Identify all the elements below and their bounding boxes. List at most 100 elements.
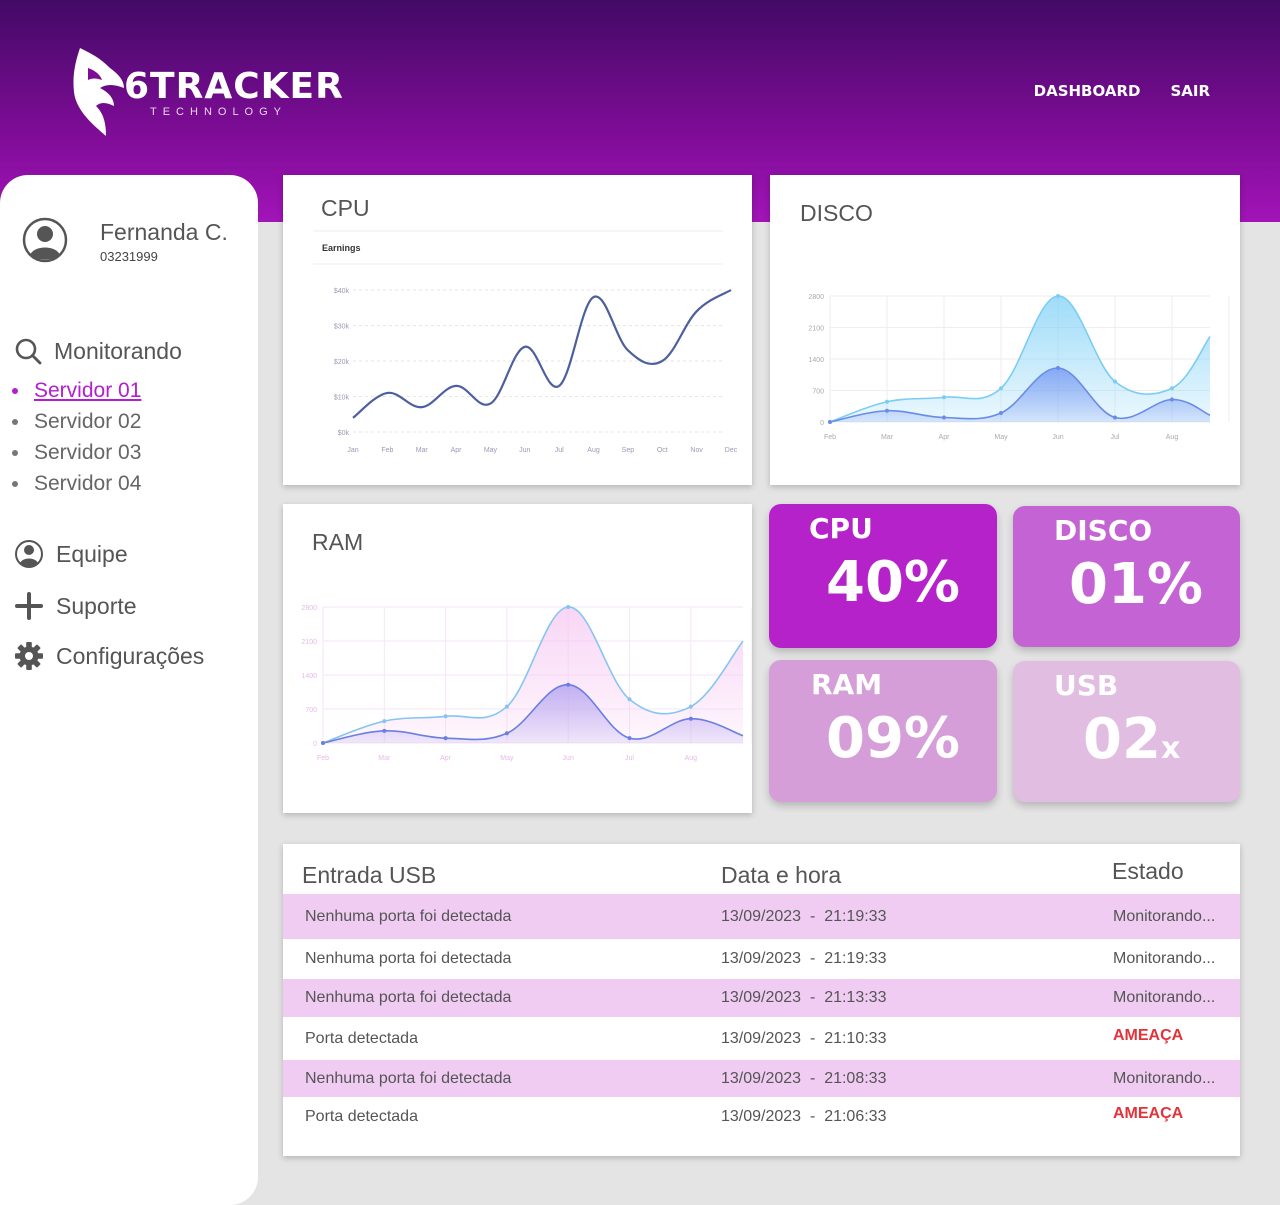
sidebar-item-label: Monitorando: [54, 337, 182, 364]
y-tick-label: 0: [820, 420, 824, 427]
usb-log-table: Entrada USB Data e hora Estado Nenhuma p…: [283, 844, 1240, 1156]
y-tick-label: 0: [313, 741, 317, 748]
series-line: [352, 289, 732, 419]
tile-value: 40%: [826, 550, 961, 615]
usb-cell: Porta detectada: [305, 1030, 418, 1047]
sidebar-item-team[interactable]: Equipe: [14, 539, 128, 569]
sidebar-item-server-02[interactable]: Servidor 02: [12, 406, 141, 437]
sidebar-item-server-04[interactable]: Servidor 04: [12, 468, 141, 499]
x-tick-label: Aug: [685, 755, 698, 762]
sidebar-item-settings[interactable]: Configurações: [14, 641, 204, 671]
sidebar-item-label: Configurações: [56, 642, 205, 669]
x-tick-label: Aug: [587, 447, 600, 454]
y-tick-label: 2100: [808, 326, 824, 333]
usb-cell: Nenhuma porta foi detectada: [305, 1070, 512, 1087]
x-tick-label: Apr: [451, 447, 463, 454]
series-point: [688, 704, 693, 709]
sidebar-item-monitoring[interactable]: Monitorando: [14, 337, 182, 365]
sidebar-item-support[interactable]: Suporte: [14, 591, 137, 621]
column-header-usb: Entrada USB: [302, 862, 437, 888]
table-row: Nenhuma porta foi detectada 13/09/2023 - …: [283, 1060, 1240, 1097]
cpu-chart-card: CPU Earnings $0k $10k $20k $30k $40k Jan Feb Mar…: [283, 175, 752, 485]
x-tick-label: Jul: [625, 755, 634, 762]
table-row: Nenhuma porta foi detectada 13/09/2023 - …: [283, 894, 1240, 939]
series-point: [885, 399, 889, 404]
x-tick-label: Sep: [622, 447, 635, 454]
nav-logout-link[interactable]: SAIR: [1170, 82, 1210, 100]
eagle-logo-icon: [73, 48, 124, 136]
sidebar-item-server-03[interactable]: Servidor 03: [12, 437, 141, 468]
cpu-usage-tile: CPU 40%: [769, 504, 997, 648]
x-tick-label: Mar: [378, 755, 391, 762]
x-tick-label: Mar: [416, 447, 429, 454]
x-tick-label: Dec: [725, 447, 738, 454]
usb-count-tile: USB 02x: [1013, 661, 1240, 802]
series-point: [688, 716, 693, 721]
sidebar: Fernanda C. 03231999 Monitorando Servido…: [0, 175, 258, 1205]
series-point: [443, 736, 448, 741]
bullet-icon: [12, 418, 18, 425]
series-point: [885, 408, 889, 413]
series-point: [566, 682, 571, 687]
sidebar-item-label: Equipe: [56, 540, 128, 567]
threat-status-cell: AMEAÇA: [1113, 1027, 1184, 1044]
server-list: Servidor 01 Servidor 02 Servidor 03 Serv…: [12, 375, 141, 499]
series-point: [382, 728, 387, 733]
datetime-cell: 13/09/2023 - 21:10:33: [721, 1030, 887, 1047]
top-nav: DASHBOARD SAIR: [1034, 82, 1210, 100]
tile-value: 09%: [826, 706, 961, 771]
x-tick-label: Aug: [1166, 434, 1179, 441]
y-tick-label: 2800: [808, 294, 824, 301]
series-point: [627, 697, 632, 702]
x-tick-label: May: [500, 755, 514, 762]
series-point: [999, 386, 1003, 391]
x-tick-label: Apr: [440, 755, 452, 762]
table-row: Nenhuma porta foi detectada 13/09/2023 - …: [283, 979, 1240, 1017]
usb-cell: Nenhuma porta foi detectada: [305, 908, 512, 925]
brand-tagline: TECHNOLOGY: [150, 106, 288, 118]
datetime-cell: 13/09/2023 - 21:13:33: [721, 989, 887, 1006]
y-tick-label: 2800: [301, 605, 317, 612]
ram-usage-tile: RAM 09%: [769, 660, 997, 802]
brand-name: 6TRACKER: [124, 66, 344, 107]
user-id: 03231999: [100, 249, 158, 264]
status-cell: Monitorando...: [1113, 1070, 1216, 1087]
status-cell: Monitorando...: [1113, 989, 1216, 1006]
series-point: [942, 395, 946, 400]
nav-dashboard-link[interactable]: DASHBOARD: [1034, 82, 1141, 100]
x-tick-label: May: [994, 434, 1008, 441]
user-avatar-icon: [22, 217, 68, 263]
gear-icon: [15, 642, 43, 670]
usb-cell: Nenhuma porta foi detectada: [305, 950, 512, 967]
y-tick-label: 1400: [301, 673, 317, 680]
column-header-status: Estado: [1112, 858, 1184, 884]
sidebar-item-server-01[interactable]: Servidor 01: [12, 375, 141, 406]
y-tick-label: 700: [812, 389, 824, 396]
x-tick-label: Jun: [519, 447, 530, 454]
tile-label: CPU: [809, 512, 873, 545]
x-tick-label: May: [484, 447, 498, 454]
plus-icon: [15, 592, 43, 620]
series-point: [1170, 397, 1174, 402]
disk-area-chart: 0 700 1400 2100 2800 Feb Mar Apr May Jun Jul Aug: [808, 294, 1230, 441]
x-tick-label: Feb: [824, 434, 836, 441]
user-name: Fernanda C.: [100, 219, 228, 245]
x-tick-label: Feb: [381, 447, 393, 454]
series-point: [828, 420, 832, 424]
table-row: Nenhuma porta foi detectada 13/09/2023 - …: [283, 939, 1240, 979]
y-tick-label: $10k: [334, 395, 350, 402]
series-point: [1113, 415, 1117, 420]
bullet-icon: [12, 449, 18, 456]
y-tick-label: 2100: [301, 639, 317, 646]
disk-chart-card: DISCO 0 700 1400 2100 2800 Feb Mar Apr May Jun Jul…: [770, 175, 1240, 485]
series-point: [504, 731, 509, 736]
x-tick-label: Feb: [317, 755, 329, 762]
series-point: [321, 741, 325, 745]
y-tick-label: 1400: [808, 357, 824, 364]
series-point: [504, 704, 509, 709]
series-point: [627, 736, 632, 741]
threat-status-cell: AMEAÇA: [1113, 1105, 1184, 1122]
ram-chart-card: RAM 0 700 1400 2100 2800 Feb Mar Apr May Jun Jul Au…: [283, 504, 752, 813]
brand-logo[interactable]: 6TRACKER TECHNOLOGY: [70, 44, 343, 140]
sidebar-item-label: Suporte: [56, 592, 137, 619]
